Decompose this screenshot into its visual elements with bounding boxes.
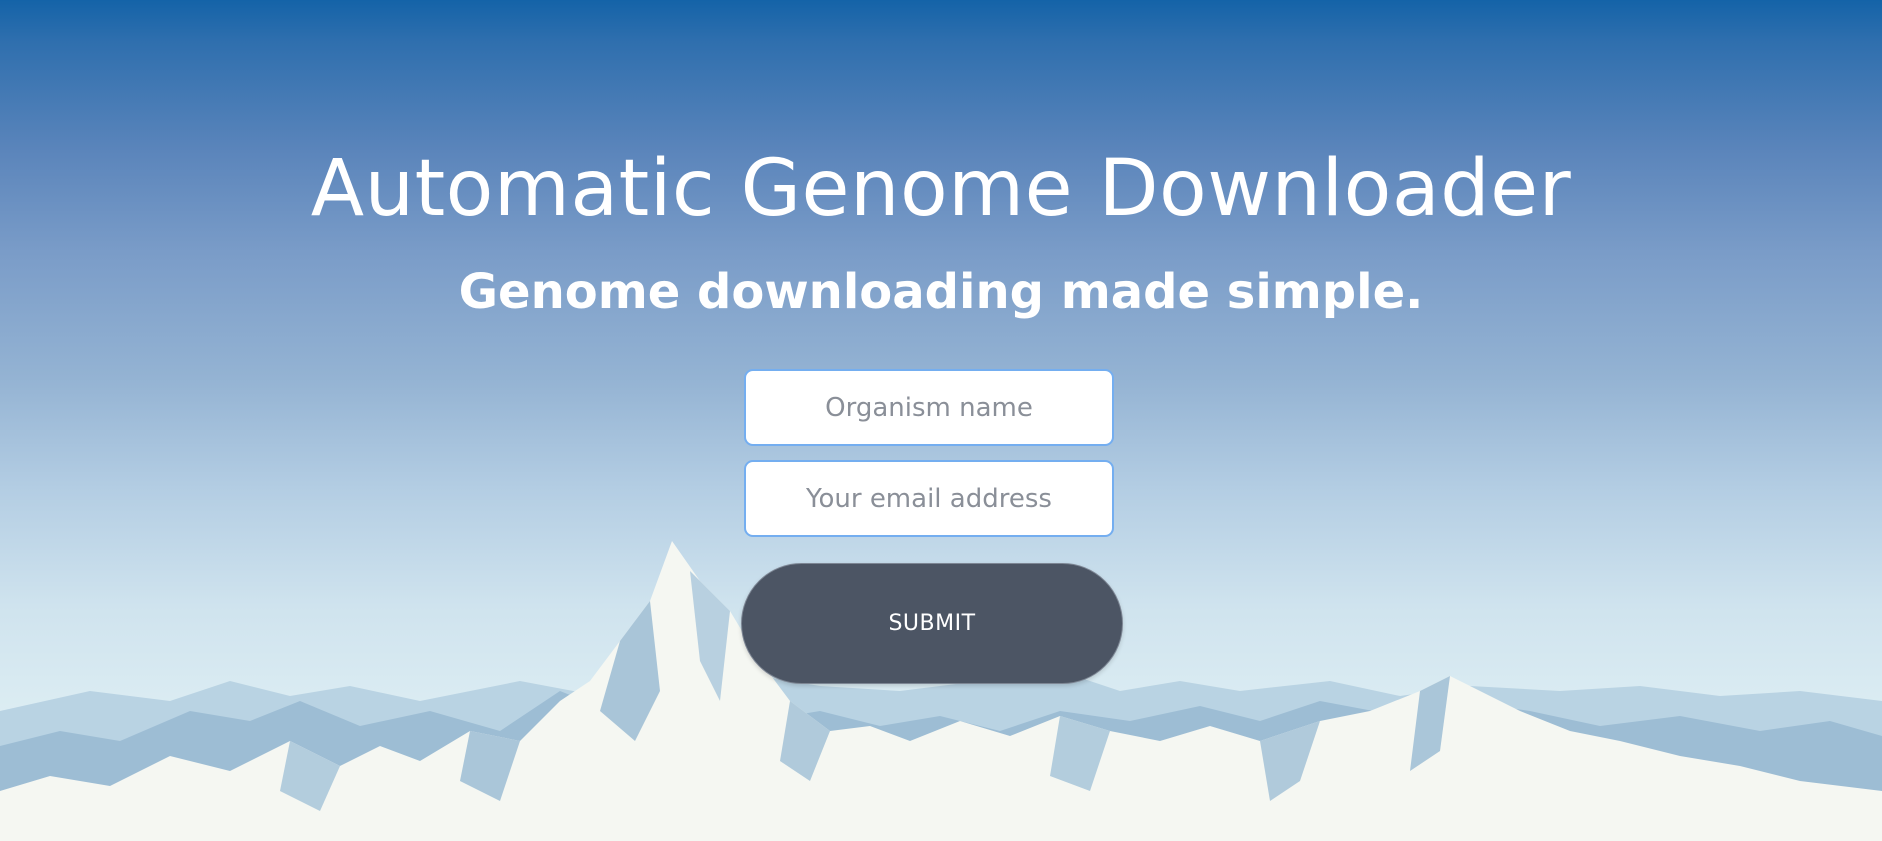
email-address-input[interactable] bbox=[744, 460, 1114, 537]
organism-name-input[interactable] bbox=[744, 369, 1114, 446]
page-title: Automatic Genome Downloader bbox=[310, 144, 1572, 234]
page-subtitle: Genome downloading made simple. bbox=[458, 264, 1424, 320]
submit-button[interactable]: SUBMIT bbox=[741, 563, 1123, 684]
hero-section: Automatic Genome Downloader Genome downl… bbox=[0, 0, 1882, 841]
